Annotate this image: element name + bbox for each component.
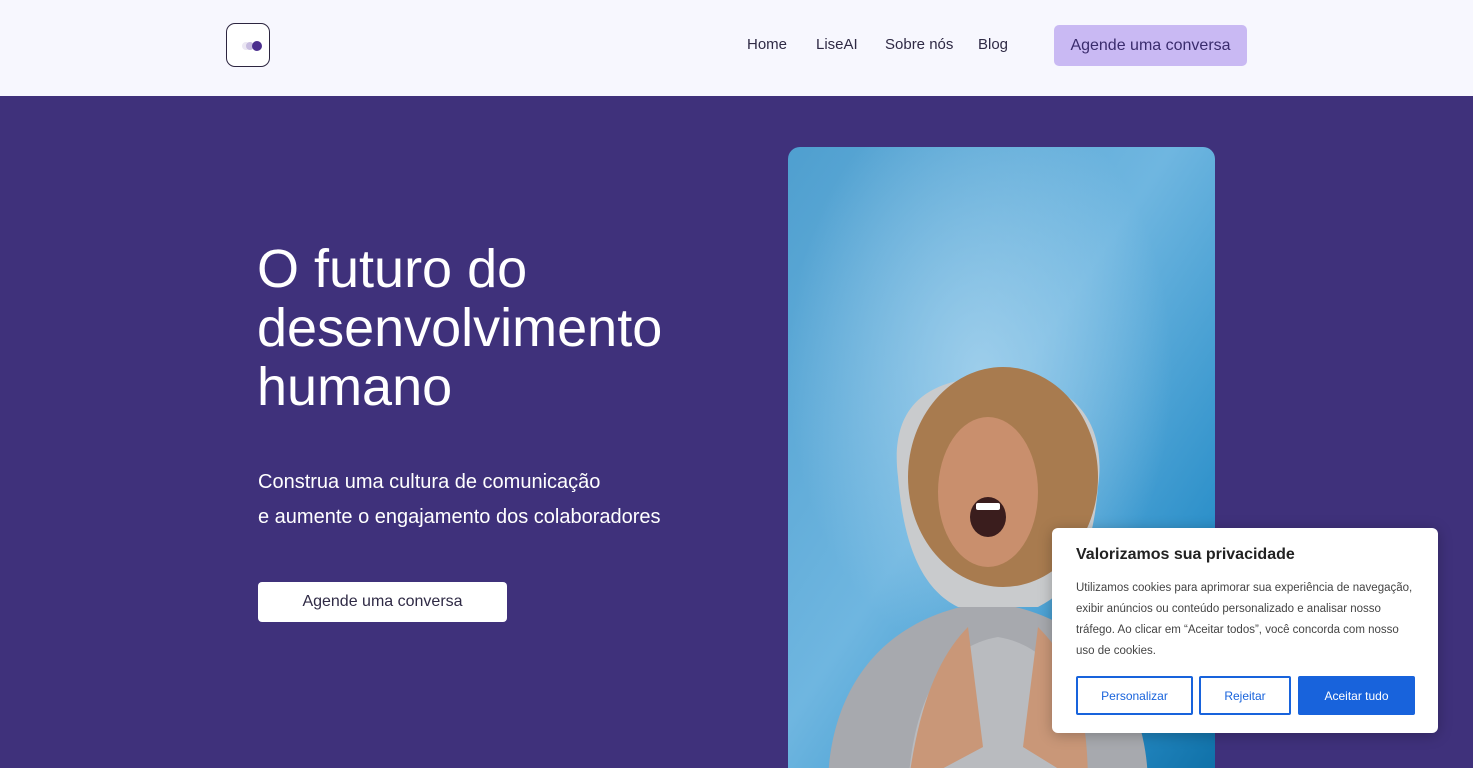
cookie-title: Valorizamos sua privacidade bbox=[1076, 546, 1295, 563]
nav-blog[interactable]: Blog bbox=[978, 36, 1008, 54]
hero-subtitle-line1: Construa uma cultura de comunicação bbox=[258, 471, 601, 493]
cookie-consent-banner: Valorizamos sua privacidade Utilizamos c… bbox=[1052, 528, 1438, 733]
header-schedule-button[interactable]: Agende uma conversa bbox=[1054, 25, 1247, 66]
nav-sobre-nos[interactable]: Sobre nós bbox=[885, 36, 953, 54]
hero-subtitle-line2: e aumente o engajamento dos colaboradore… bbox=[258, 506, 661, 528]
nav-liseai[interactable]: LiseAI bbox=[816, 36, 858, 54]
logo-icon[interactable] bbox=[226, 23, 270, 67]
hero-title: O futuro do desenvolvimento humano bbox=[257, 239, 663, 417]
nav-home[interactable]: Home bbox=[747, 36, 787, 54]
logo-dot-dark bbox=[252, 41, 262, 51]
hero-schedule-button[interactable]: Agende uma conversa bbox=[258, 582, 507, 622]
cookie-customize-button[interactable]: Personalizar bbox=[1076, 676, 1193, 715]
cookie-accept-button[interactable]: Aceitar tudo bbox=[1298, 676, 1415, 715]
cookie-reject-button[interactable]: Rejeitar bbox=[1199, 676, 1291, 715]
site-header: Home LiseAI Sobre nós Blog Agende uma co… bbox=[0, 0, 1473, 96]
cookie-description: Utilizamos cookies para aprimorar sua ex… bbox=[1076, 582, 1413, 657]
